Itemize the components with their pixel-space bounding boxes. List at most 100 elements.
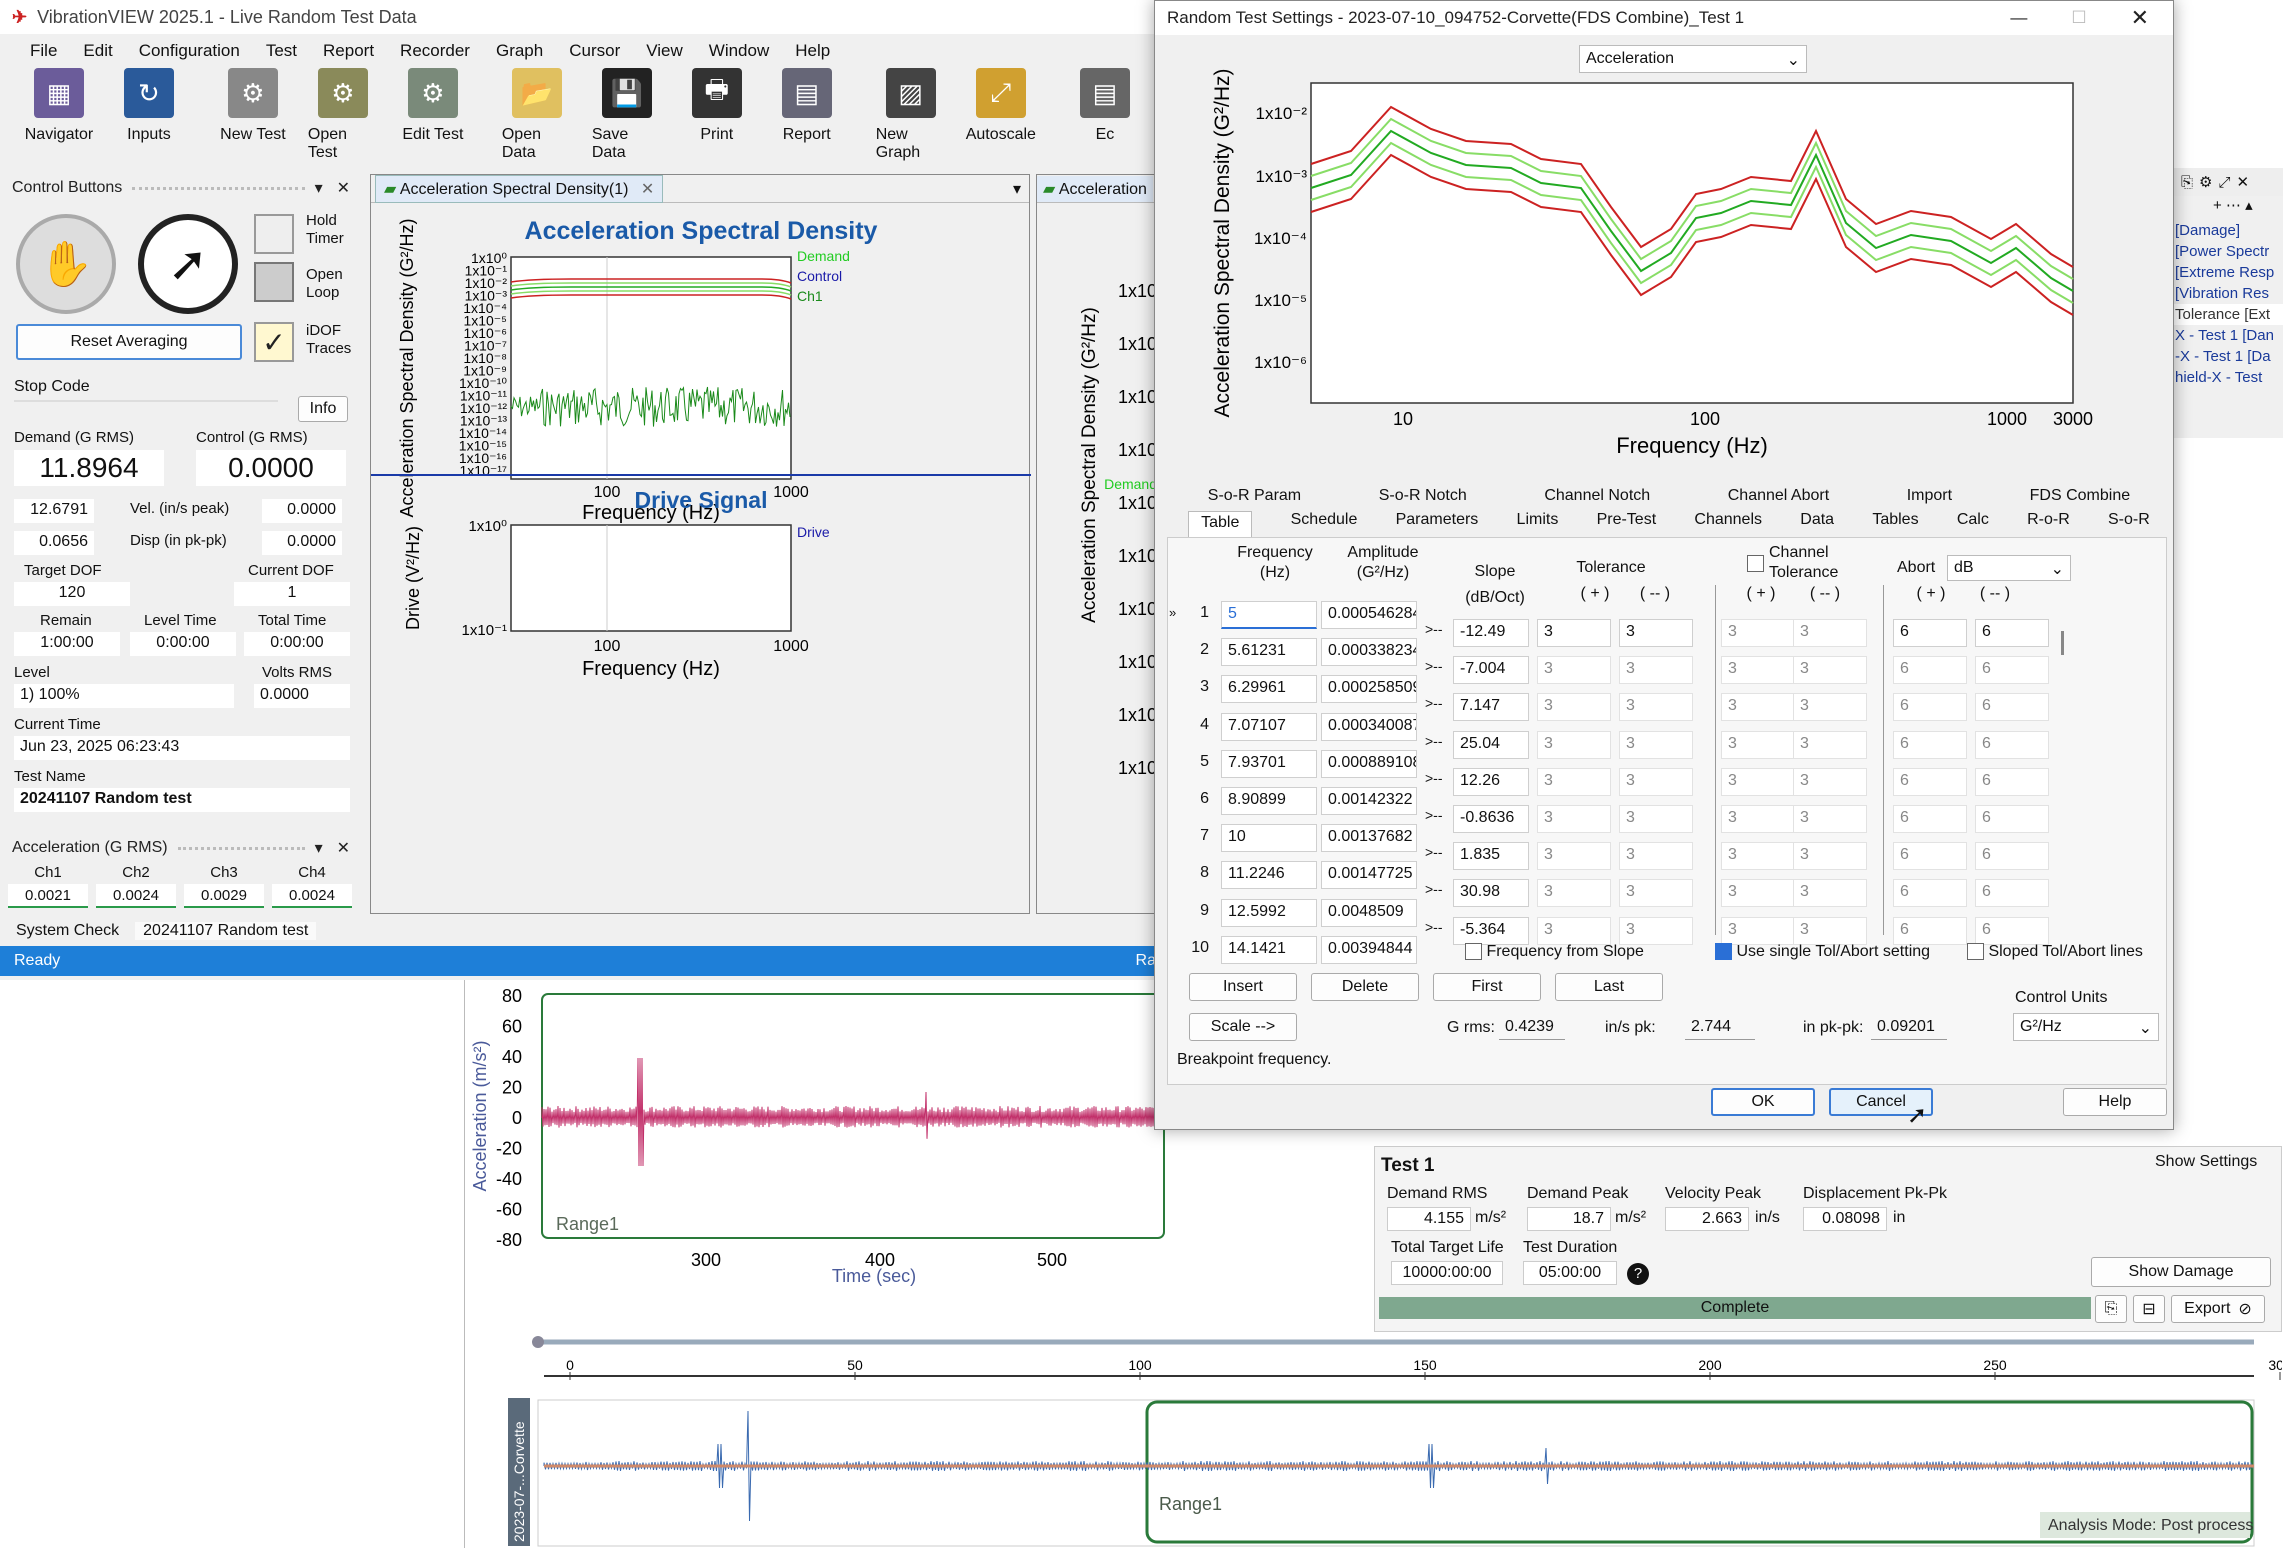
close-icon[interactable]: ✕ [2131, 5, 2149, 31]
tol-minus-cell[interactable]: 3 [1619, 879, 1693, 908]
abort-unit-select[interactable]: dB ⌄ [1947, 555, 2071, 581]
right-list-item[interactable]: [Extreme Resp [2173, 262, 2283, 283]
menu-graph[interactable]: Graph [496, 41, 543, 61]
frequency-cell[interactable]: 10 [1221, 824, 1317, 853]
stop-button[interactable]: ✋ [16, 214, 116, 314]
gear-icon[interactable]: ⚙ [2199, 173, 2212, 191]
reset-averaging-button[interactable]: Reset Averaging [16, 324, 242, 360]
menu-view[interactable]: View [646, 41, 683, 61]
toolbar-open-data-button[interactable]: 📂 Open Data [502, 68, 572, 162]
tol-minus-cell[interactable]: 3 [1619, 656, 1693, 685]
toolbar-navigator-button[interactable]: ▦ Navigator [24, 68, 94, 144]
close-icon[interactable]: ✕ [337, 838, 350, 858]
ok-button[interactable]: OK [1711, 1088, 1815, 1116]
tol-plus-cell[interactable]: 3 [1537, 879, 1611, 908]
menu-help[interactable]: Help [795, 41, 830, 61]
channel-tolerance-checkbox[interactable] [1747, 555, 1764, 573]
toolbar-open-test-button[interactable]: ⚙ Open Test [308, 68, 378, 162]
slope-cell[interactable]: 25.04 [1453, 730, 1529, 759]
abort-minus-cell[interactable]: 6 [1975, 619, 2049, 647]
layout-button[interactable]: ⊟ [2133, 1295, 2165, 1323]
abort-minus-cell[interactable]: 6 [1975, 693, 2049, 722]
amplitude-cell[interactable]: 0.000889108 [1321, 749, 1417, 778]
toolbar-edit-test-button[interactable]: ⚙ Edit Test [398, 68, 468, 144]
tol-minus-cell[interactable]: 3 [1619, 730, 1693, 759]
tol-plus-cell[interactable]: 3 [1537, 693, 1611, 722]
frequency-cell[interactable]: 5.61231 [1221, 638, 1317, 667]
toolbar-ec-button[interactable]: ▤ Ec [1070, 68, 1140, 144]
toolbar-new-graph-button[interactable]: ▨ New Graph [876, 68, 946, 162]
frequency-cell[interactable]: 11.2246 [1221, 861, 1317, 890]
dropdown-icon[interactable]: ▾ [315, 838, 323, 858]
close-icon[interactable]: ✕ [641, 181, 654, 198]
menu-cursor[interactable]: Cursor [569, 41, 620, 61]
menu-edit[interactable]: Edit [83, 41, 112, 61]
export-button[interactable]: Export ⊘ [2171, 1295, 2265, 1323]
tol-plus-cell[interactable]: 3 [1537, 619, 1611, 647]
menu-recorder[interactable]: Recorder [400, 41, 470, 61]
toolbar-report-button[interactable]: ▤ Report [772, 68, 842, 144]
tol-plus-cell[interactable]: 3 [1537, 805, 1611, 833]
frequency-cell[interactable]: 12.5992 [1221, 898, 1317, 927]
abort-minus-cell[interactable]: 6 [1975, 767, 2049, 796]
slope-cell[interactable]: 1.835 [1453, 842, 1529, 871]
right-list-item[interactable]: X - Test 1 [Dan [2173, 325, 2283, 346]
tab-s-o-r-notch[interactable]: S-o-R Notch [1379, 487, 1467, 511]
abort-minus-cell[interactable]: 6 [1975, 842, 2049, 871]
tol-plus-cell[interactable]: 3 [1537, 656, 1611, 685]
tab-channels[interactable]: Channels [1694, 511, 1762, 537]
slope-cell[interactable]: -5.364 [1453, 916, 1529, 945]
toolbar-autoscale-button[interactable]: ⤢ Autoscale [966, 68, 1036, 144]
hold-timer-button[interactable] [254, 214, 294, 254]
pin-icon[interactable]: ⎘ [2181, 174, 2193, 191]
abort-plus-cell[interactable]: 6 [1893, 619, 1967, 647]
right-list-item[interactable]: [Damage] [2173, 220, 2283, 241]
abort-minus-cell[interactable]: 6 [1975, 916, 2049, 945]
amplitude-cell[interactable]: 0.000258509 [1321, 675, 1417, 704]
tab-parameters[interactable]: Parameters [1396, 511, 1479, 537]
amplitude-cell[interactable]: 0.00142322 [1321, 787, 1417, 815]
close-icon[interactable]: ✕ [2236, 173, 2249, 191]
tol-minus-cell[interactable]: 3 [1619, 805, 1693, 833]
right-list-item[interactable]: hield-X - Test [2173, 367, 2283, 388]
right-list-item[interactable]: -X - Test 1 [Da [2173, 346, 2283, 367]
abort-minus-cell[interactable]: 6 [1975, 879, 2049, 908]
last-button[interactable]: Last [1555, 973, 1663, 1001]
side-tab[interactable]: ▰ Acceleration [1037, 175, 1153, 202]
tab-tables[interactable]: Tables [1872, 511, 1918, 537]
single-tol-box[interactable] [1715, 943, 1732, 961]
control-units-select[interactable]: G²/Hz ⌄ [2013, 1013, 2159, 1041]
open-loop-button[interactable] [254, 262, 294, 302]
right-list-item[interactable]: [Power Spectr [2173, 241, 2283, 262]
menu-test[interactable]: Test [266, 41, 297, 61]
tab-calc[interactable]: Calc [1957, 511, 1989, 537]
toolbar-print-button[interactable]: 🖶 Print [682, 68, 752, 144]
tab-s-o-r[interactable]: S-o-R [2108, 511, 2150, 537]
abort-minus-cell[interactable]: 6 [1975, 730, 2049, 759]
dropdown-icon[interactable]: ▾ [1013, 179, 1021, 199]
asd-tab[interactable]: ▰ Acceleration Spectral Density(1) ✕ [375, 174, 664, 203]
single-tol-checkbox[interactable]: Use single Tol/Abort setting [1715, 943, 1930, 961]
tab-channel-notch[interactable]: Channel Notch [1544, 487, 1650, 511]
tol-plus-cell[interactable]: 3 [1537, 916, 1611, 945]
test-tab[interactable]: 20241107 Random test [135, 922, 317, 940]
frequency-cell[interactable]: 7.07107 [1221, 712, 1317, 741]
show-settings-link[interactable]: Show Settings [2155, 1153, 2257, 1171]
amplitude-cell[interactable]: 0.00137682 [1321, 824, 1417, 853]
abort-minus-cell[interactable]: 6 [1975, 805, 2049, 833]
abort-plus-cell[interactable]: 6 [1893, 730, 1967, 759]
scale-button[interactable]: Scale --> [1189, 1013, 1297, 1041]
delete-button[interactable]: Delete [1311, 973, 1419, 1001]
right-list-item[interactable]: Tolerance [Ext [2173, 304, 2283, 325]
first-button[interactable]: First [1433, 973, 1541, 1001]
toolbar-inputs-button[interactable]: ↻ Inputs [114, 68, 184, 144]
freq-from-slope-box[interactable] [1465, 943, 1482, 961]
tol-minus-cell[interactable]: 3 [1619, 693, 1693, 722]
sloped-tol-checkbox[interactable]: Sloped Tol/Abort lines [1967, 943, 2143, 961]
frequency-cell[interactable]: 7.93701 [1221, 749, 1317, 778]
menu-window[interactable]: Window [709, 41, 769, 61]
abort-plus-cell[interactable]: 6 [1893, 879, 1967, 908]
abort-plus-cell[interactable]: 6 [1893, 693, 1967, 722]
frequency-cell[interactable]: 14.1421 [1221, 935, 1317, 964]
tab-table[interactable]: Table [1188, 511, 1253, 537]
